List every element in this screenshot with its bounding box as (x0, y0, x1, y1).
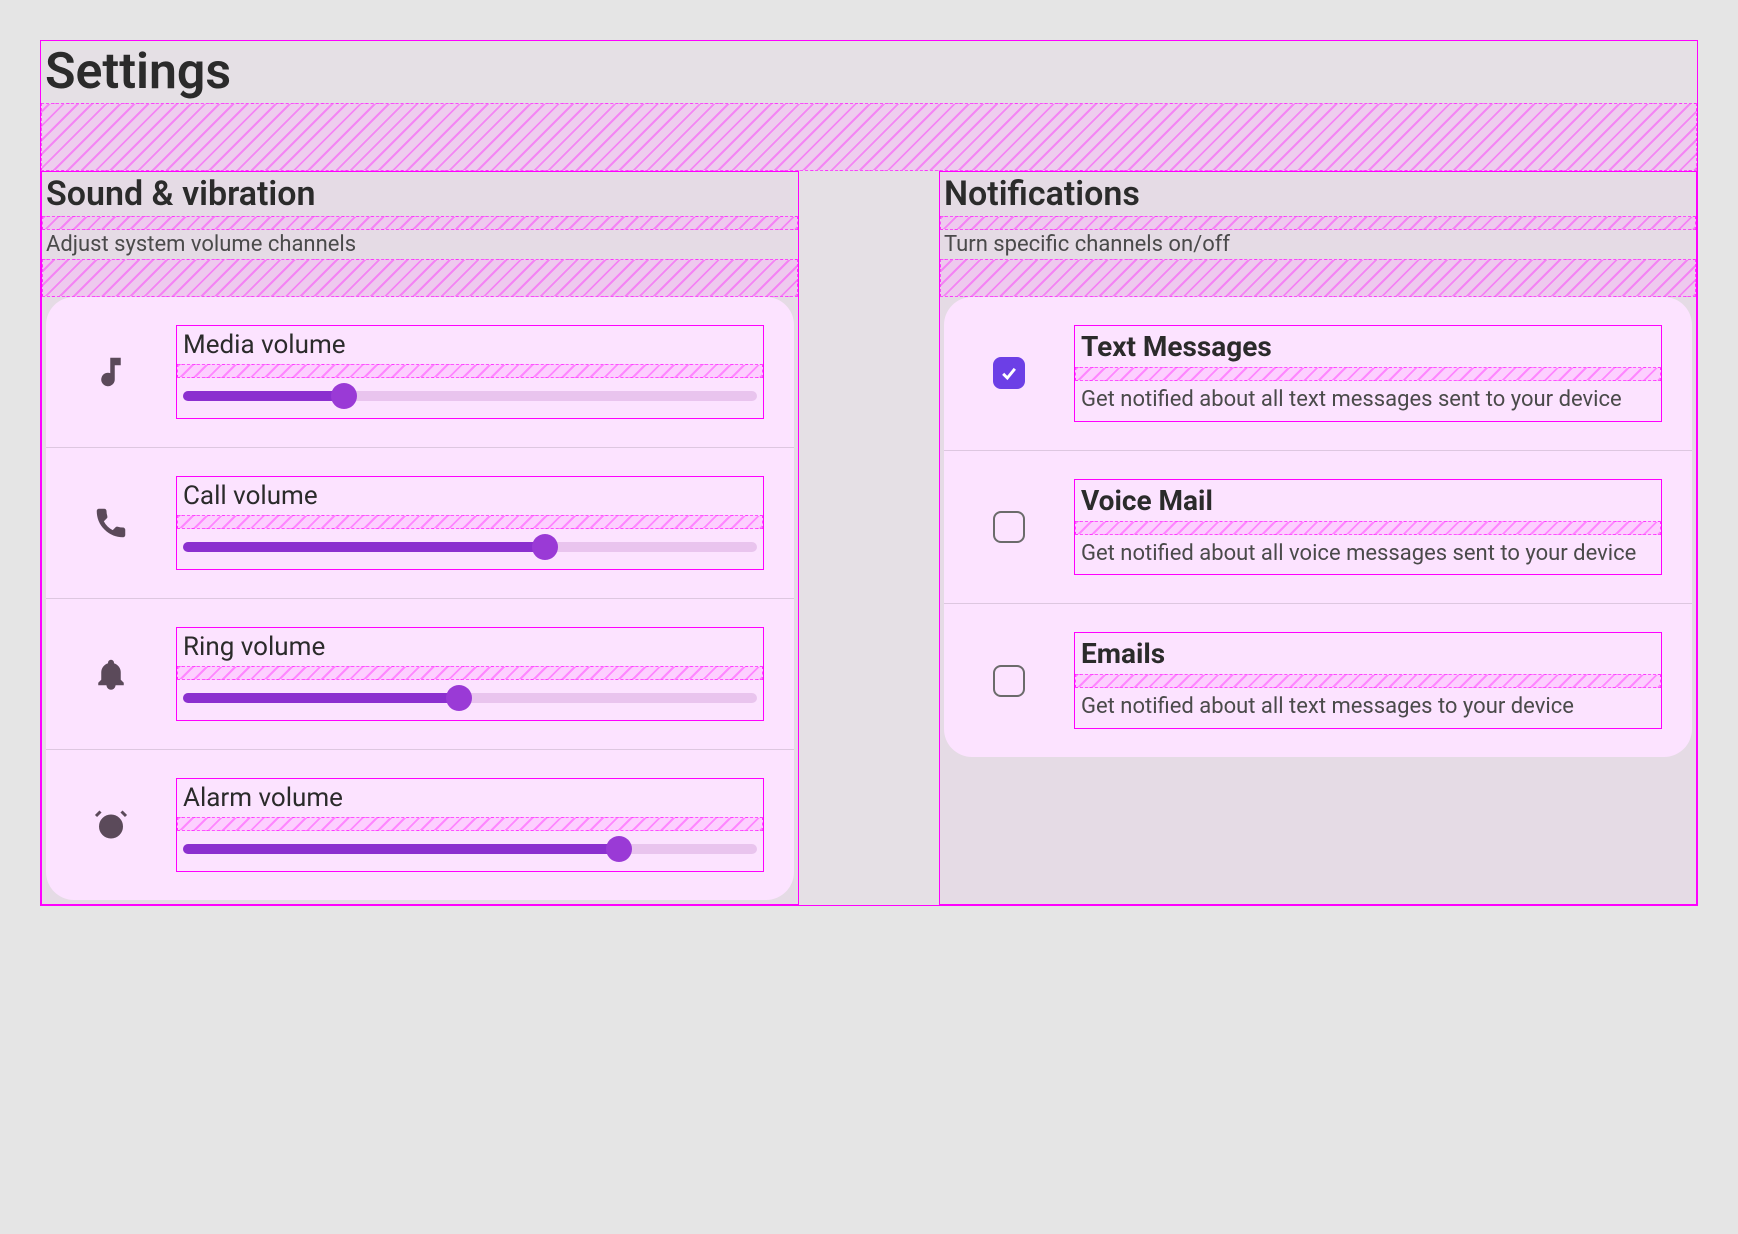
spacer (940, 259, 1696, 297)
bell-icon (86, 656, 136, 692)
volume-row-body: Media volume (176, 325, 764, 419)
notification-title: Emails (1075, 633, 1661, 674)
volume-label: Call volume (177, 477, 763, 515)
phone-icon (86, 505, 136, 541)
volume-row-alarm: Alarm volume (46, 750, 794, 900)
spacer (1075, 521, 1661, 535)
volume-row-media: Media volume (46, 297, 794, 448)
volume-label: Ring volume (177, 628, 763, 666)
sound-card: Media volume (46, 297, 794, 900)
notification-title: Voice Mail (1075, 480, 1661, 521)
notification-row-text-messages: Text Messages Get notified about all tex… (944, 297, 1692, 451)
notification-row-body: Emails Get notified about all text messa… (1074, 632, 1662, 729)
columns: Sound & vibration Adjust system volume c… (41, 171, 1697, 905)
notifications-section: Notifications Turn specific channels on/… (939, 171, 1697, 905)
volume-row-body: Call volume (176, 476, 764, 570)
notifications-card: Text Messages Get notified about all tex… (944, 297, 1692, 757)
volume-label: Alarm volume (177, 779, 763, 817)
spacer (41, 103, 1697, 171)
notification-title: Text Messages (1075, 326, 1661, 367)
volume-row-body: Alarm volume (176, 778, 764, 872)
page-title: Settings (41, 41, 1697, 103)
alarm-volume-slider[interactable] (183, 837, 757, 861)
spacer (177, 515, 763, 529)
alarm-icon (86, 807, 136, 843)
notification-row-body: Voice Mail Get notified about all voice … (1074, 479, 1662, 576)
settings-page: Settings Sound & vibration Adjust system… (40, 40, 1698, 906)
spacer (177, 666, 763, 680)
spacer (42, 259, 798, 297)
voicemail-checkbox[interactable] (993, 511, 1025, 543)
volume-label: Media volume (177, 326, 763, 364)
volume-row-body: Ring volume (176, 627, 764, 721)
sound-section-subtitle: Adjust system volume channels (42, 230, 798, 259)
notifications-section-title: Notifications (940, 172, 1696, 216)
notifications-section-subtitle: Turn specific channels on/off (940, 230, 1696, 259)
spacer (1075, 367, 1661, 381)
spacer (177, 364, 763, 378)
spacer (1075, 674, 1661, 688)
notification-row-emails: Emails Get notified about all text messa… (944, 604, 1692, 757)
sound-section: Sound & vibration Adjust system volume c… (41, 171, 799, 905)
media-volume-slider[interactable] (183, 384, 757, 408)
spacer (42, 216, 798, 230)
call-volume-slider[interactable] (183, 535, 757, 559)
music-note-icon (86, 354, 136, 390)
sound-section-title: Sound & vibration (42, 172, 798, 216)
notification-description: Get notified about all text messages to … (1075, 688, 1661, 728)
volume-row-ring: Ring volume (46, 599, 794, 750)
notification-description: Get notified about all voice messages se… (1075, 535, 1661, 575)
notification-description: Get notified about all text messages sen… (1075, 381, 1661, 421)
emails-checkbox[interactable] (993, 665, 1025, 697)
text-messages-checkbox[interactable] (993, 357, 1025, 389)
spacer (177, 817, 763, 831)
volume-row-call: Call volume (46, 448, 794, 599)
spacer (940, 216, 1696, 230)
notification-row-body: Text Messages Get notified about all tex… (1074, 325, 1662, 422)
ring-volume-slider[interactable] (183, 686, 757, 710)
notification-row-voicemail: Voice Mail Get notified about all voice … (944, 451, 1692, 605)
